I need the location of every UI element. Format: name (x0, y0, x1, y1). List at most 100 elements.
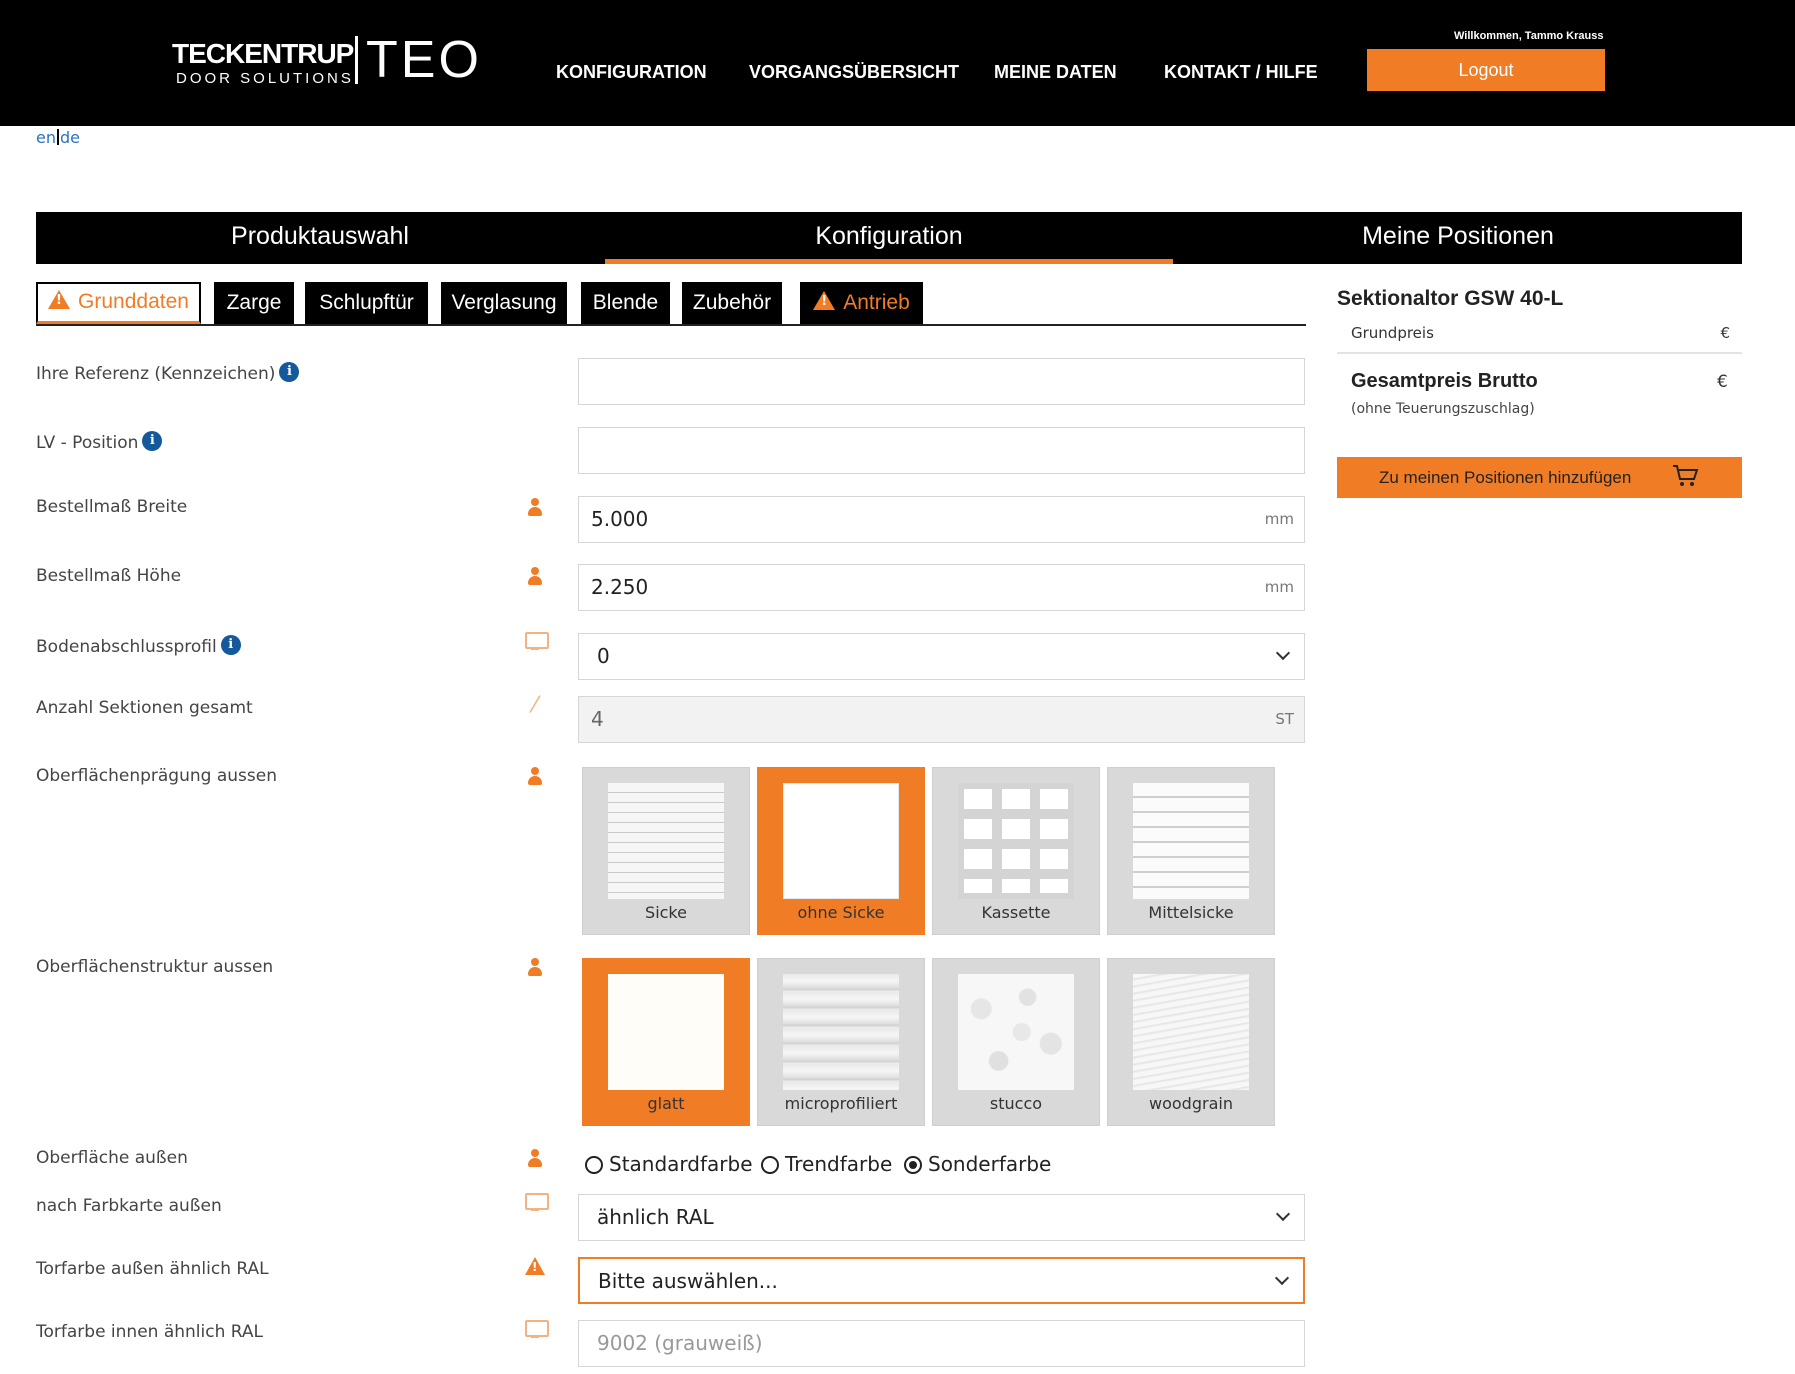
bodenabschluss-value: 0 (597, 644, 610, 668)
top-navigation-bar: TECKENTRUP DOOR SOLUTIONS TEO KONFIGURAT… (0, 0, 1795, 126)
sektionen-input: 4 ST (578, 696, 1305, 743)
option-caption: Kassette (981, 903, 1051, 922)
monitor-icon (522, 1320, 549, 1340)
hoehe-value: 2.250 (591, 575, 649, 599)
tab-grunddaten[interactable]: Grunddaten (36, 282, 201, 324)
praegung-label: Oberflächenprägung aussen (36, 766, 277, 786)
swatch-woodgrain (1133, 974, 1249, 1090)
logo-tagline: DOOR SOLUTIONS (176, 70, 354, 87)
referenz-input[interactable] (578, 358, 1305, 405)
config-tabs: Grunddaten Zarge Schlupftür Verglasung B… (36, 282, 1306, 326)
struktur-option-glatt[interactable]: glatt (582, 958, 750, 1126)
lv-position-label-text: LV - Position (36, 433, 139, 453)
radio-label: Standardfarbe (609, 1152, 753, 1176)
warning-icon (48, 290, 71, 309)
option-caption: woodgrain (1149, 1094, 1233, 1113)
praegung-option-mittelsicke[interactable]: Mittelsicke (1107, 767, 1275, 935)
tab-antrieb[interactable]: Antrieb (800, 282, 923, 324)
warning-icon (522, 1257, 548, 1279)
swatch-mittelsicke (1133, 783, 1249, 899)
praegung-option-kassette[interactable]: Kassette (932, 767, 1100, 935)
summary-divider (1337, 352, 1742, 354)
option-caption: Sicke (645, 903, 687, 922)
struktur-option-microprofiliert[interactable]: microprofiliert (757, 958, 925, 1126)
grundpreis-row: Grundpreis € (1337, 324, 1742, 342)
logout-button[interactable]: Logout (1367, 49, 1605, 91)
person-icon (522, 498, 548, 516)
monitor-icon (522, 632, 549, 652)
step-meine-positionen[interactable]: Meine Positionen (1174, 212, 1742, 264)
struktur-option-stucco[interactable]: stucco (932, 958, 1100, 1126)
info-icon[interactable]: i (220, 635, 241, 655)
lang-de-link[interactable]: de (60, 128, 80, 147)
torfarbe-aussen-select[interactable]: Bitte auswählen... (578, 1257, 1305, 1304)
struktur-option-woodgrain[interactable]: woodgrain (1107, 958, 1275, 1126)
info-icon[interactable]: i (142, 431, 163, 451)
radio-dot (585, 1156, 603, 1174)
logo-brand: TECKENTRUP (172, 38, 354, 69)
option-caption: Mittelsicke (1148, 903, 1234, 922)
farbkarte-select[interactable]: ähnlich RAL (578, 1194, 1305, 1241)
magic-wand-icon: ⁄ (533, 693, 537, 718)
lv-position-input[interactable] (578, 427, 1305, 474)
option-caption: glatt (647, 1094, 685, 1113)
bodenabschluss-label: Bodenabschlussprofil i (36, 635, 241, 657)
hoehe-input[interactable]: 2.250 mm (578, 564, 1305, 611)
tab-zarge[interactable]: Zarge (214, 282, 294, 324)
gesamtpreis-note: (ohne Teuerungszuschlag) (1351, 401, 1535, 417)
radio-label: Trendfarbe (785, 1152, 893, 1176)
chevron-down-icon (1275, 1206, 1291, 1222)
add-to-positions-button[interactable]: Zu meinen Positionen hinzufügen (1337, 457, 1742, 498)
chevron-down-icon (1275, 645, 1291, 661)
add-button-label: Zu meinen Positionen hinzufügen (1379, 467, 1632, 487)
radio-label: Sonderfarbe (928, 1152, 1052, 1176)
tab-zubehoer[interactable]: Zubehör (682, 282, 782, 324)
welcome-text: Willkommen, Tammo Krauss (1454, 30, 1604, 42)
breite-label: Bestellmaß Breite (36, 497, 188, 517)
torfarbe-innen-input: 9002 (grauweiß) (578, 1320, 1305, 1367)
praegung-option-sicke[interactable]: Sicke (582, 767, 750, 935)
grundpreis-label: Grundpreis (1351, 324, 1434, 342)
radio-trendfarbe[interactable]: Trendfarbe (761, 1152, 892, 1176)
tab-verglasung[interactable]: Verglasung (441, 282, 567, 324)
cart-icon (1673, 465, 1699, 486)
radio-dot (761, 1156, 779, 1174)
language-switcher: en de (36, 128, 80, 147)
swatch-stucco (958, 974, 1074, 1090)
swatch-kassette (958, 783, 1074, 899)
nav-meine-daten[interactable]: MEINE DATEN (994, 62, 1117, 83)
radio-sonderfarbe[interactable]: Sonderfarbe (904, 1152, 1051, 1176)
lang-separator (56, 129, 59, 145)
step-produktauswahl[interactable]: Produktauswahl (36, 212, 604, 264)
info-icon[interactable]: i (279, 362, 300, 382)
breite-input[interactable]: 5.000 mm (578, 496, 1305, 543)
option-caption: stucco (989, 1094, 1043, 1113)
bodenabschluss-select[interactable]: 0 (578, 633, 1305, 680)
process-stepper: Produktauswahl Konfiguration Meine Posit… (36, 212, 1742, 264)
logo-app-name: TEO (366, 31, 482, 89)
grundpreis-currency: € (1720, 324, 1730, 342)
praegung-option-ohne-sicke[interactable]: ohne Sicke (757, 767, 925, 935)
tab-schlupftuer[interactable]: Schlupftür (305, 282, 428, 324)
hoehe-label: Bestellmaß Höhe (36, 566, 182, 586)
nav-kontakt-hilfe[interactable]: KONTAKT / HILFE (1164, 62, 1318, 83)
lang-en-link[interactable]: en (36, 128, 56, 147)
warning-icon (813, 291, 836, 310)
nav-konfiguration[interactable]: KONFIGURATION (556, 62, 707, 83)
radio-standardfarbe[interactable]: Standardfarbe (585, 1152, 753, 1176)
torfarbe-innen-label: Torfarbe innen ähnlich RAL (36, 1322, 264, 1342)
sektionen-unit: ST (1275, 710, 1294, 728)
person-icon (522, 767, 548, 785)
swatch-microprofiliert (783, 974, 899, 1090)
step-konfiguration[interactable]: Konfiguration (605, 212, 1173, 264)
tab-blende[interactable]: Blende (581, 282, 670, 324)
sektionen-value: 4 (591, 707, 604, 731)
person-icon (522, 958, 548, 976)
radio-dot-selected (904, 1156, 922, 1174)
gesamtpreis-currency: € (1717, 372, 1728, 392)
nav-vorgangsuebersicht[interactable]: VORGANGSÜBERSICHT (749, 62, 959, 83)
referenz-label: Ihre Referenz (Kennzeichen) i (36, 362, 300, 384)
product-title: Sektionaltor GSW 40-L (1337, 287, 1564, 310)
chevron-down-icon (1274, 1270, 1290, 1286)
breite-value: 5.000 (591, 507, 649, 531)
